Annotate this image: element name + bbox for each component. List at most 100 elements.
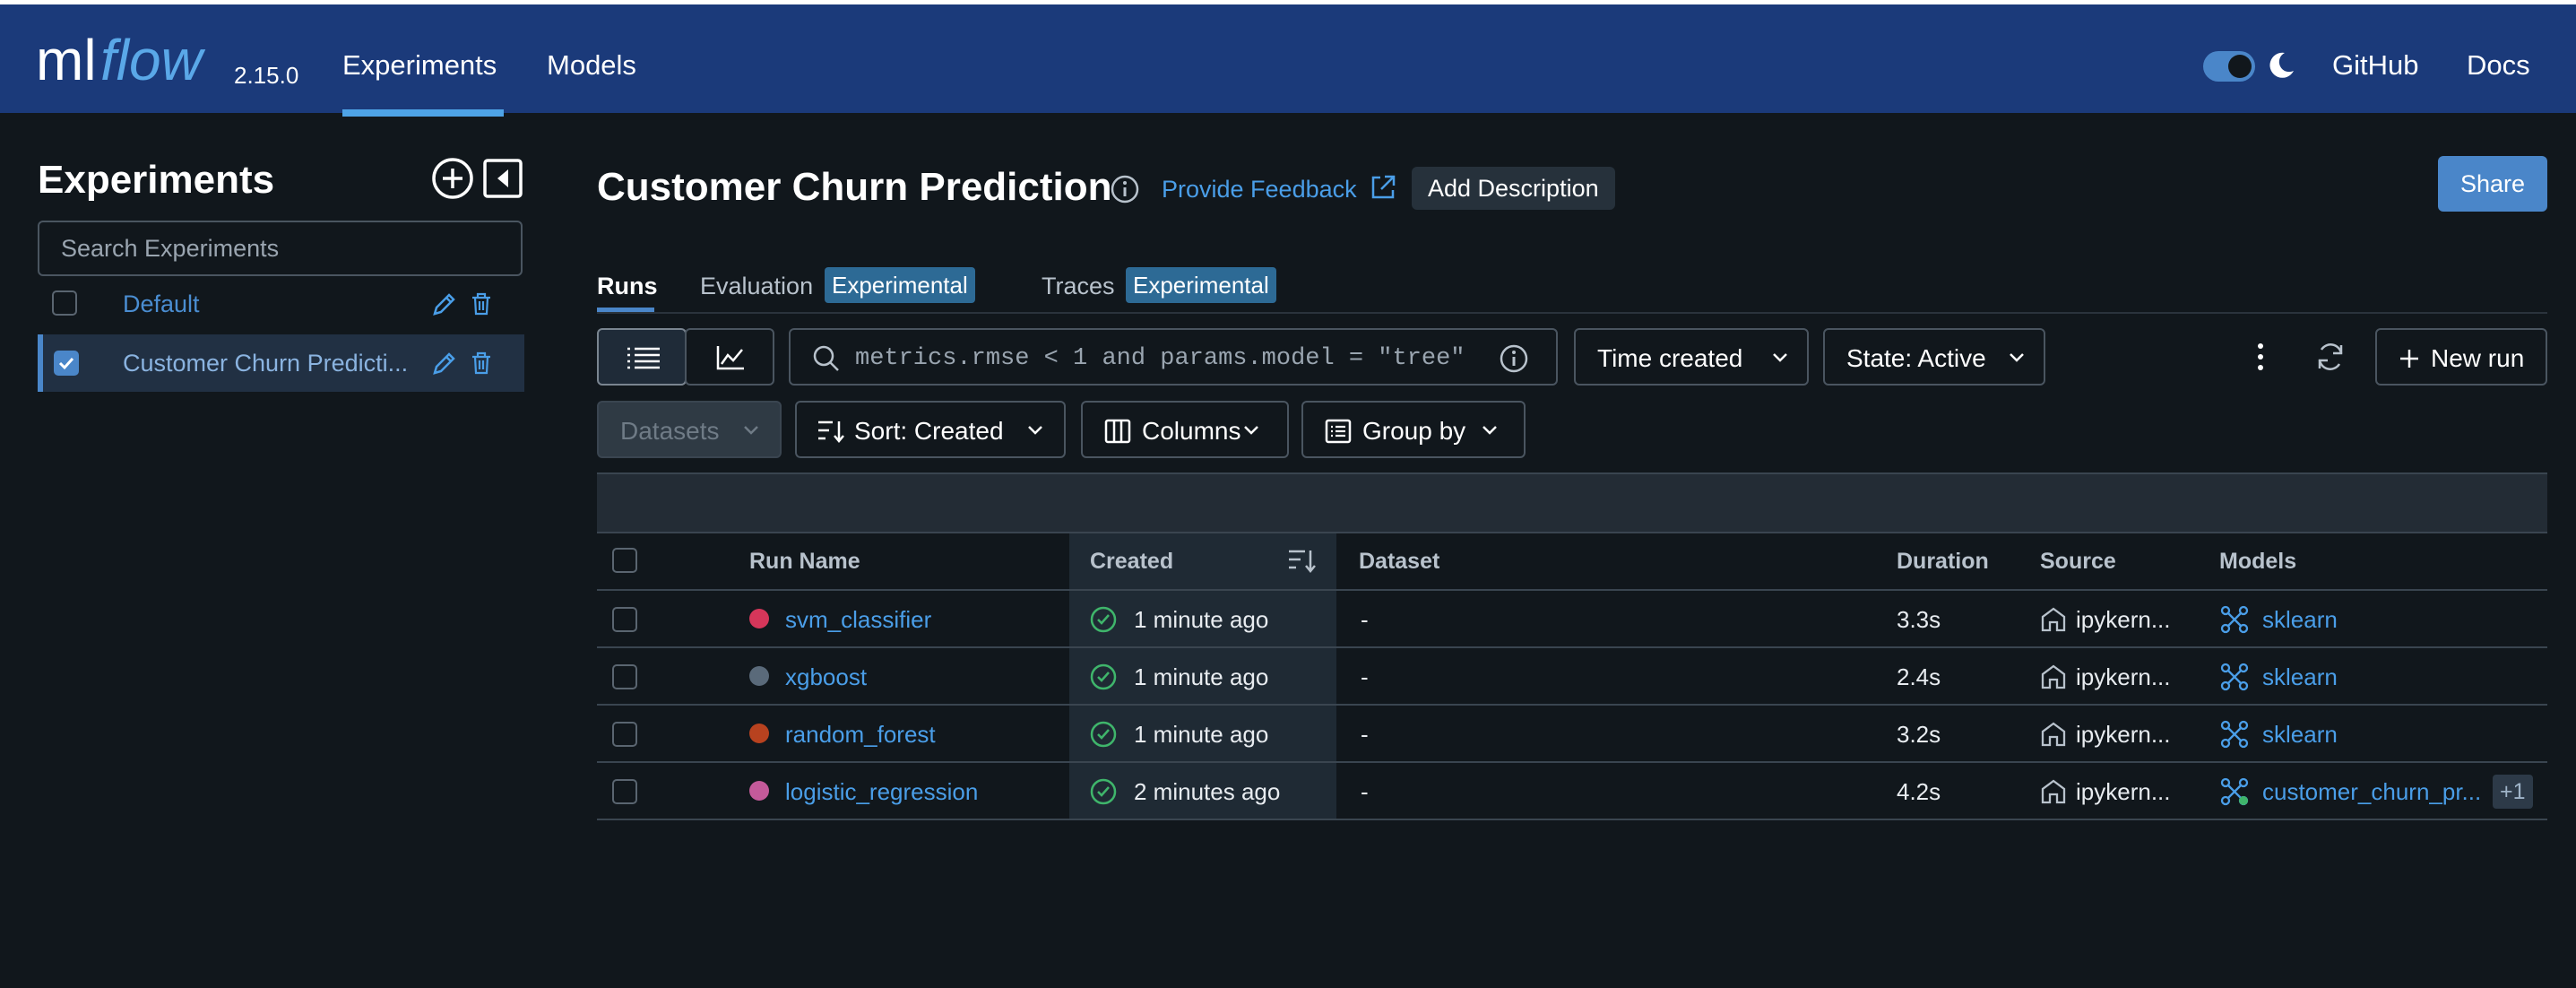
info-icon[interactable] — [1110, 174, 1140, 204]
run-source[interactable]: ipykern... — [2076, 721, 2171, 749]
model-link[interactable]: sklearn — [2262, 606, 2338, 634]
more-options-icon[interactable] — [2250, 341, 2271, 373]
edit-icon[interactable] — [430, 349, 459, 377]
sort-descending-icon[interactable] — [1287, 547, 1316, 574]
new-run-label: New run — [2431, 344, 2525, 372]
column-header-models[interactable]: Models — [2219, 549, 2296, 575]
trash-icon[interactable] — [470, 291, 493, 316]
chevron-down-icon — [1482, 426, 1497, 435]
run-name-link[interactable]: logistic_regression — [785, 778, 978, 806]
edit-icon[interactable] — [430, 290, 459, 318]
more-models-badge[interactable]: +1 — [2493, 775, 2533, 809]
row-checkbox[interactable] — [612, 607, 637, 632]
nav-experiments[interactable]: Experiments — [342, 49, 497, 82]
tabs-divider — [597, 312, 2547, 314]
refresh-icon[interactable] — [2314, 341, 2347, 373]
row-checkbox[interactable] — [612, 779, 637, 804]
columns-icon — [1104, 419, 1131, 444]
state-label: State: Active — [1846, 344, 1986, 372]
sort-dropdown[interactable]: Sort: Created — [795, 401, 1066, 458]
model-link[interactable]: sklearn — [2262, 721, 2338, 749]
run-name-link[interactable]: random_forest — [785, 721, 936, 749]
search-icon — [813, 345, 839, 371]
row-divider — [597, 819, 2547, 820]
search-runs-input[interactable]: metrics.rmse < 1 and params.model = "tre… — [789, 328, 1558, 386]
nav-models[interactable]: Models — [547, 49, 636, 82]
experiment-row-default[interactable]: Default — [38, 276, 524, 332]
success-check-icon — [1090, 721, 1117, 748]
run-dataset: - — [1361, 721, 1369, 748]
run-duration: 3.3s — [1897, 606, 1941, 633]
new-run-button[interactable]: New run — [2375, 328, 2547, 386]
tab-evaluation[interactable]: Evaluation — [700, 273, 813, 300]
tab-traces[interactable]: Traces — [1042, 273, 1115, 300]
select-all-checkbox[interactable] — [612, 548, 637, 573]
docs-link[interactable]: Docs — [2467, 49, 2530, 82]
run-name-link[interactable]: svm_classifier — [785, 606, 931, 634]
experiment-name[interactable]: Customer Churn Predicti... — [123, 350, 408, 377]
experiment-row-customer-churn[interactable]: Customer Churn Predicti... — [38, 334, 524, 392]
mlflow-logo[interactable]: ml flow — [36, 24, 229, 98]
add-description-button[interactable]: Add Description — [1412, 167, 1615, 210]
column-header-duration[interactable]: Duration — [1897, 549, 1989, 575]
run-dataset: - — [1361, 663, 1369, 690]
run-created: 2 minutes ago — [1134, 778, 1281, 805]
model-icon — [2220, 720, 2249, 749]
table-divider — [597, 532, 2547, 533]
version-label: 2.15.0 — [234, 62, 299, 89]
model-link[interactable]: customer_churn_pr... — [2262, 778, 2481, 806]
add-experiment-icon[interactable] — [431, 157, 474, 200]
model-link[interactable]: sklearn — [2262, 663, 2338, 691]
provide-feedback-link[interactable]: Provide Feedback — [1162, 176, 1357, 204]
svg-text:flow: flow — [100, 28, 206, 92]
column-header-created[interactable]: Created — [1090, 549, 1173, 575]
table-view-button[interactable] — [597, 328, 687, 386]
run-source[interactable]: ipykern... — [2076, 663, 2171, 691]
line-chart-icon — [716, 346, 744, 370]
row-checkbox[interactable] — [612, 664, 637, 689]
group-by-dropdown[interactable]: Group by — [1301, 401, 1526, 458]
table-group-header — [597, 472, 2547, 532]
experiment-checkbox-checked[interactable] — [54, 351, 79, 376]
plus-icon — [2400, 350, 2418, 368]
column-header-dataset[interactable]: Dataset — [1359, 549, 1439, 575]
tab-runs[interactable]: Runs — [597, 273, 658, 300]
run-duration: 3.2s — [1897, 721, 1941, 748]
sort-icon — [818, 420, 844, 443]
run-created: 1 minute ago — [1134, 606, 1269, 633]
github-link[interactable]: GitHub — [2332, 49, 2418, 82]
notebook-source-icon — [2041, 607, 2066, 632]
datasets-dropdown[interactable]: Datasets — [597, 401, 782, 458]
experiment-name[interactable]: Default — [123, 290, 200, 318]
success-check-icon — [1090, 606, 1117, 633]
run-dataset: - — [1361, 778, 1369, 805]
column-header-run-name[interactable]: Run Name — [749, 549, 860, 575]
columns-dropdown[interactable]: Columns — [1081, 401, 1289, 458]
chevron-down-icon — [2010, 353, 2024, 362]
column-header-source[interactable]: Source — [2040, 549, 2116, 575]
experiment-checkbox[interactable] — [52, 290, 77, 316]
row-checkbox[interactable] — [612, 722, 637, 747]
run-name-link[interactable]: xgboost — [785, 663, 867, 691]
time-created-label: Time created — [1597, 344, 1743, 372]
share-button[interactable]: Share — [2438, 156, 2547, 212]
collapse-sidebar-icon[interactable] — [483, 159, 523, 198]
info-icon[interactable] — [1499, 343, 1529, 374]
sort-label: Sort: Created — [854, 417, 1004, 445]
external-link-icon[interactable] — [1369, 173, 1397, 202]
chart-view-button[interactable] — [685, 328, 774, 386]
run-source[interactable]: ipykern... — [2076, 778, 2171, 806]
time-created-dropdown[interactable]: Time created — [1574, 328, 1809, 386]
row-divider — [597, 704, 2547, 706]
model-icon — [2220, 777, 2249, 806]
state-dropdown[interactable]: State: Active — [1823, 328, 2045, 386]
nav-active-underline — [342, 109, 504, 117]
run-color-dot — [749, 666, 769, 686]
trash-icon[interactable] — [470, 351, 493, 376]
run-source[interactable]: ipykern... — [2076, 606, 2171, 634]
theme-toggle[interactable] — [2203, 51, 2255, 82]
notebook-source-icon — [2041, 664, 2066, 689]
success-check-icon — [1090, 778, 1117, 805]
chevron-down-icon — [1244, 426, 1258, 435]
search-experiments-input[interactable] — [38, 221, 523, 276]
